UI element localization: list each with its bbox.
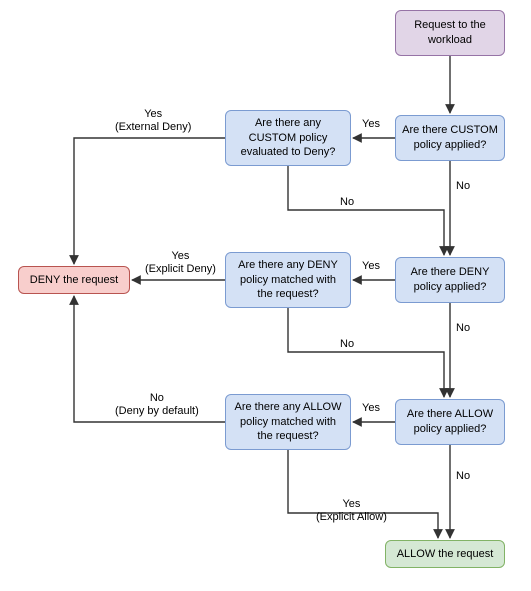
edge-customDeny-deny	[74, 138, 225, 264]
lbl-allowApplied-no: No	[456, 470, 470, 483]
lbl-denyApplied-yes: Yes	[362, 260, 380, 273]
lbl-denyApplied-no: No	[456, 322, 470, 335]
node-deny-matched: Are there any DENY policy matched with t…	[225, 252, 351, 308]
node-deny-applied-text: Are there DENY policy applied?	[402, 265, 498, 295]
node-deny-text: DENY the request	[30, 273, 118, 288]
edge-allowMatched-allow	[288, 450, 438, 538]
edge-denyMatched-allowApplied	[288, 308, 444, 397]
node-start-text: Request to the workload	[402, 18, 498, 48]
node-custom-deny-text: Are there any CUSTOM policy evaluated to…	[232, 116, 344, 161]
lbl-allowMatched-yes: Yes(Explicit Allow)	[316, 498, 387, 524]
edge-customDeny-denyApplied	[288, 166, 444, 255]
node-custom-applied-text: Are there CUSTOM policy applied?	[402, 123, 498, 153]
lbl-denyMatched-yes: Yes(Explicit Deny)	[145, 250, 216, 276]
node-allow-applied: Are there ALLOW policy applied?	[395, 399, 505, 445]
node-custom-deny: Are there any CUSTOM policy evaluated to…	[225, 110, 351, 166]
node-start: Request to the workload	[395, 10, 505, 56]
node-allow: ALLOW the request	[385, 540, 505, 568]
lbl-customDeny-no: No	[340, 196, 354, 209]
node-deny-applied: Are there DENY policy applied?	[395, 257, 505, 303]
node-custom-applied: Are there CUSTOM policy applied?	[395, 115, 505, 161]
node-allow-text: ALLOW the request	[397, 547, 494, 562]
lbl-allowApplied-yes: Yes	[362, 402, 380, 415]
lbl-customApplied-no: No	[456, 180, 470, 193]
node-allow-matched: Are there any ALLOW policy matched with …	[225, 394, 351, 450]
node-allow-matched-text: Are there any ALLOW policy matched with …	[232, 400, 344, 445]
lbl-denyMatched-no: No	[340, 338, 354, 351]
node-deny-matched-text: Are there any DENY policy matched with t…	[232, 258, 344, 303]
node-allow-applied-text: Are there ALLOW policy applied?	[402, 407, 498, 437]
node-deny: DENY the request	[18, 266, 130, 294]
lbl-customDeny-yes: Yes(External Deny)	[115, 108, 191, 134]
lbl-allowMatched-no: No(Deny by default)	[115, 392, 199, 418]
lbl-customApplied-yes: Yes	[362, 118, 380, 131]
